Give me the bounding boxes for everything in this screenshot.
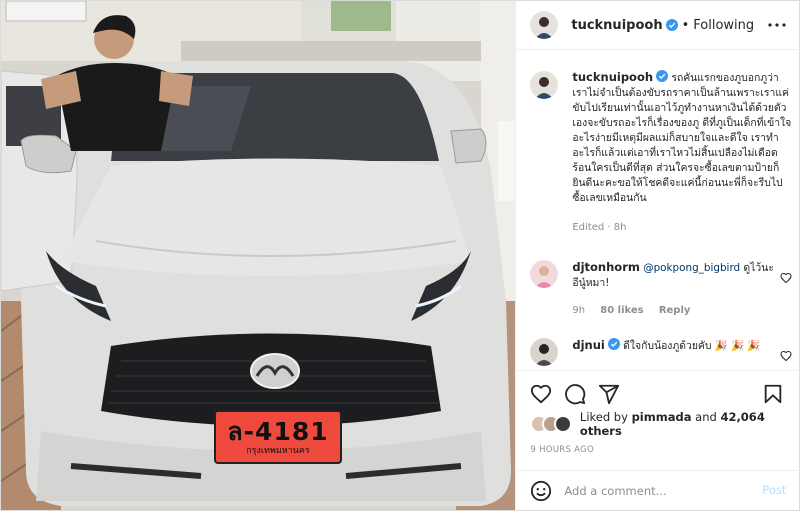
plate-number: ล-4181 (227, 416, 329, 446)
add-comment-bar: Post (516, 470, 800, 510)
post-timestamp[interactable]: 9 HOURS AGO (530, 445, 594, 455)
bookmark-icon[interactable] (762, 383, 784, 405)
post-caption: tucknuipooh รถคันแรกของภูบอกภูว่าเราไม่จ… (530, 70, 792, 235)
post-header: tucknuipooh • Following (516, 1, 800, 50)
comment-input[interactable] (564, 483, 755, 498)
liked-by-join: and (695, 410, 717, 424)
comment-username[interactable]: djtonhorm (572, 260, 640, 274)
post-photo[interactable]: ล-4181 กรุงเทพมหานคร (1, 1, 516, 510)
author-avatar[interactable] (530, 11, 559, 39)
verified-badge-icon (665, 19, 678, 31)
comment-likes[interactable]: 80 likes (600, 305, 643, 316)
verified-badge-icon (656, 70, 669, 82)
caption-avatar[interactable] (530, 71, 559, 99)
comment-time[interactable]: 9h (572, 305, 585, 316)
header-separator: • (681, 17, 690, 33)
comment-item: djnui ดีใจกับน้องภูด้วยคับ 🎉 🎉 🎉 (530, 338, 792, 366)
liked-by-prefix: Liked by (579, 410, 628, 424)
comments-list[interactable]: tucknuipooh รถคันแรกของภูบอกภูว่าเราไม่จ… (516, 50, 800, 369)
verified-badge-icon (607, 338, 620, 350)
caption-text: รถคันแรกของภูบอกภูว่าเราไม่จำเป็นต้องขับ… (572, 72, 792, 204)
caption-meta: Edited · 8h (572, 222, 627, 233)
avatar (554, 415, 573, 433)
comment-bubble-icon[interactable] (564, 383, 586, 405)
comment-avatar[interactable] (530, 338, 559, 366)
liked-by-user-link[interactable]: pimmada (632, 410, 692, 424)
comment-meta: 9h 80 likes Reply (572, 303, 776, 318)
reply-button[interactable]: Reply (659, 305, 691, 316)
plate-province: กรุงเทพมหานคร (246, 445, 310, 456)
post-side-panel: tucknuipooh • Following tucknuipooh รถคั… (515, 1, 800, 510)
caption-username[interactable]: tucknuipooh (572, 70, 653, 84)
post-comment-button[interactable]: Post (762, 483, 786, 497)
more-options-button[interactable] (768, 16, 786, 34)
heart-icon[interactable] (780, 272, 792, 284)
paper-plane-icon[interactable] (598, 383, 620, 405)
heart-icon[interactable] (530, 383, 552, 405)
author-username[interactable]: tucknuipooh (571, 18, 662, 33)
likes-summary: Liked by pimmada and 42,064 others (530, 410, 799, 438)
license-plate: ล-4181 กรุงเทพมหานคร (214, 410, 342, 464)
following-button[interactable]: Following (693, 18, 754, 33)
heart-icon[interactable] (780, 350, 792, 362)
comment-text: ดีใจกับน้องภูด้วยคับ 🎉 🎉 🎉 (623, 340, 761, 352)
comment-username[interactable]: djnui (572, 338, 605, 352)
likes-text: Liked by pimmada and 42,064 others (580, 410, 799, 438)
liker-avatars (530, 415, 576, 433)
comment-item: djtonhorm @pokpong_bigbird ดูไว้นะอีนู๋ห… (530, 260, 792, 318)
more-horizontal-icon (768, 23, 786, 27)
comment-avatar[interactable] (530, 260, 559, 288)
post-dialog: ล-4181 กรุงเทพมหานคร tucknuipooh • Follo… (0, 0, 800, 511)
comment-mention[interactable]: @pokpong_bigbird (643, 262, 740, 274)
post-actions-bar (516, 370, 800, 410)
smiley-icon[interactable] (530, 480, 552, 502)
